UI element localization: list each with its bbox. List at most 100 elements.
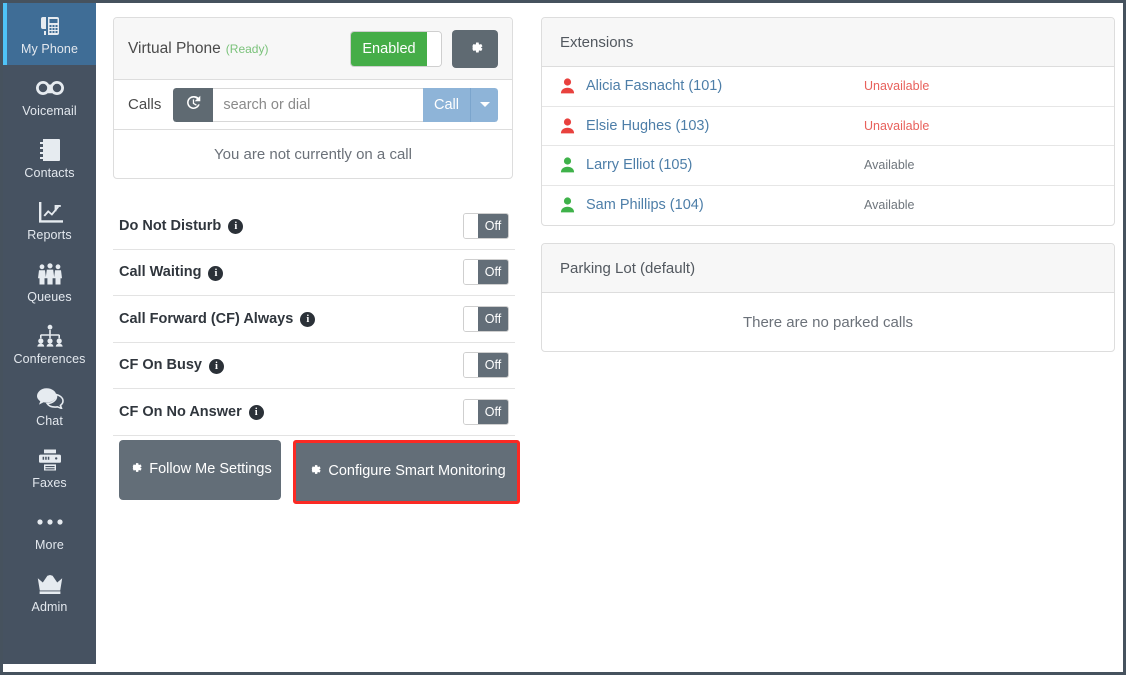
cf-on-no-answer-toggle[interactable]: Off	[463, 399, 509, 425]
ellipsis-icon	[36, 509, 64, 535]
status-badge: Available	[864, 158, 915, 172]
status-badge: Unavailable	[864, 79, 929, 93]
desk-phone-icon	[38, 13, 62, 39]
chart-line-icon	[37, 199, 63, 225]
dialer-row: Calls Call	[114, 80, 512, 130]
feature-row-cf-on-no-answer: CF On No Answer i Off	[113, 389, 515, 436]
toggle-state-label: Off	[478, 214, 508, 238]
feature-row-call-waiting: Call Waiting i Off	[113, 250, 515, 297]
sidebar-item-faxes[interactable]: Faxes	[3, 437, 96, 499]
toggle-state-label: Off	[478, 260, 508, 284]
toggle-knob	[464, 400, 478, 424]
follow-me-settings-label: Follow Me Settings	[149, 459, 272, 480]
virtual-phone-panel: Virtual Phone (Ready) Enabled Calls	[113, 17, 513, 179]
page-title: Virtual Phone	[128, 40, 221, 57]
call-dropdown-button[interactable]	[470, 88, 498, 122]
phone-enabled-toggle[interactable]: Enabled	[350, 31, 442, 67]
gear-icon	[307, 461, 322, 482]
sidebar-item-label: Reports	[27, 229, 71, 242]
sidebar-item-label: Conferences	[14, 353, 86, 366]
user-icon	[560, 118, 586, 134]
table-row[interactable]: Alicia Fasnacht (101) Unavailable	[542, 67, 1114, 107]
contacts-icon	[39, 137, 61, 163]
sitemap-icon	[36, 323, 64, 349]
sidebar-item-reports[interactable]: Reports	[3, 189, 96, 251]
search-or-dial-input[interactable]	[213, 88, 423, 122]
calls-label: Calls	[128, 96, 161, 113]
app-window: My Phone Voicemail Contacts Reports Queu	[0, 0, 1126, 675]
info-icon[interactable]: i	[209, 359, 224, 374]
table-row[interactable]: Elsie Hughes (103) Unavailable	[542, 107, 1114, 147]
people-icon	[35, 261, 65, 287]
info-icon[interactable]: i	[208, 266, 223, 281]
sidebar-item-label: Faxes	[32, 477, 67, 490]
table-row[interactable]: Sam Phillips (104) Available	[542, 186, 1114, 226]
sidebar-item-label: Queues	[27, 291, 71, 304]
configure-smart-monitoring-button[interactable]: Configure Smart Monitoring	[296, 443, 517, 501]
user-icon	[560, 78, 586, 94]
phone-status-text: (Ready)	[226, 42, 269, 56]
sidebar-item-conferences[interactable]: Conferences	[3, 313, 96, 375]
sidebar-item-admin[interactable]: Admin	[3, 561, 96, 623]
extensions-header: Extensions	[542, 18, 1114, 67]
extension-name-link[interactable]: Larry Elliot (105)	[586, 157, 864, 173]
feature-row-call-forward-always: Call Forward (CF) Always i Off	[113, 296, 515, 343]
toggle-knob	[464, 353, 478, 377]
user-icon	[560, 157, 586, 173]
parking-lot-panel: Parking Lot (default) There are no parke…	[541, 243, 1115, 352]
toggle-knob	[464, 260, 478, 284]
follow-me-settings-button[interactable]: Follow Me Settings	[119, 440, 281, 500]
main-sidebar: My Phone Voicemail Contacts Reports Queu	[3, 3, 96, 664]
status-badge: Available	[864, 198, 915, 212]
extensions-panel: Extensions Alicia Fasnacht (101) Unavail…	[541, 17, 1115, 226]
toggle-state-label: Off	[478, 307, 508, 331]
extension-name-link[interactable]: Sam Phillips (104)	[586, 197, 864, 213]
sidebar-item-voicemail[interactable]: Voicemail	[3, 65, 96, 127]
phone-enabled-label: Enabled	[351, 32, 427, 66]
toggle-knob	[427, 32, 441, 66]
fax-icon	[38, 447, 62, 473]
sidebar-item-my-phone[interactable]: My Phone	[3, 3, 96, 65]
feature-toggle-list: Do Not Disturb i Off Call Waiting i Off …	[113, 203, 515, 436]
toggle-state-label: Off	[478, 353, 508, 377]
call-button[interactable]: Call	[423, 88, 470, 122]
sidebar-item-more[interactable]: More	[3, 499, 96, 561]
info-icon[interactable]: i	[300, 312, 315, 327]
gear-icon	[128, 459, 143, 480]
table-row[interactable]: Larry Elliot (105) Available	[542, 146, 1114, 186]
chevron-down-icon	[480, 102, 490, 107]
configure-smart-monitoring-label: Configure Smart Monitoring	[328, 461, 505, 482]
voicemail-icon	[36, 75, 64, 101]
call-waiting-toggle[interactable]: Off	[463, 259, 509, 285]
extension-name-link[interactable]: Elsie Hughes (103)	[586, 118, 864, 134]
feature-label: Call Forward (CF) Always	[119, 311, 293, 327]
feature-label: Call Waiting	[119, 264, 201, 280]
do-not-disturb-toggle[interactable]: Off	[463, 213, 509, 239]
sidebar-item-label: Admin	[32, 601, 68, 614]
phone-title-group: Virtual Phone (Ready)	[128, 40, 268, 58]
info-icon[interactable]: i	[249, 405, 264, 420]
sidebar-item-queues[interactable]: Queues	[3, 251, 96, 313]
cf-on-busy-toggle[interactable]: Off	[463, 352, 509, 378]
call-forward-always-toggle[interactable]: Off	[463, 306, 509, 332]
status-badge: Unavailable	[864, 119, 929, 133]
feature-label: CF On Busy	[119, 357, 202, 373]
sidebar-item-contacts[interactable]: Contacts	[3, 127, 96, 189]
dial-input-group: Call	[173, 88, 498, 122]
toggle-state-label: Off	[478, 400, 508, 424]
extension-name-link[interactable]: Alicia Fasnacht (101)	[586, 78, 864, 94]
parking-lot-header: Parking Lot (default)	[542, 244, 1114, 293]
toggle-knob	[464, 214, 478, 238]
sidebar-item-chat[interactable]: Chat	[3, 375, 96, 437]
feature-row-do-not-disturb: Do Not Disturb i Off	[113, 203, 515, 250]
info-icon[interactable]: i	[228, 219, 243, 234]
feature-label: CF On No Answer	[119, 404, 242, 420]
phone-settings-button[interactable]	[452, 30, 498, 68]
virtual-phone-header: Virtual Phone (Ready) Enabled	[114, 18, 512, 80]
gear-icon	[467, 39, 484, 59]
smart-monitoring-highlight: Configure Smart Monitoring	[293, 440, 520, 504]
feature-label: Do Not Disturb	[119, 218, 221, 234]
sidebar-item-label: More	[35, 539, 64, 552]
crown-icon	[36, 571, 64, 597]
call-history-button[interactable]	[173, 88, 213, 122]
